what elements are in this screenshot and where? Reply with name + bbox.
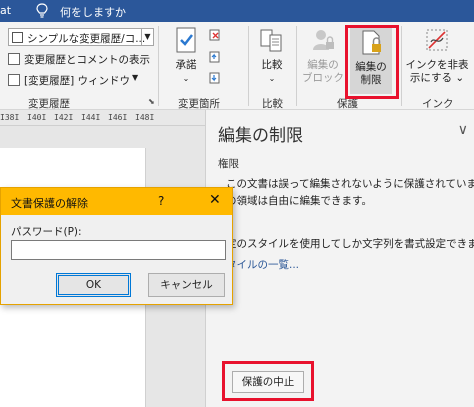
group-separator xyxy=(296,26,297,106)
horizontal-ruler: I38I I40I I42I I44I I46I I48I xyxy=(0,110,205,126)
compare-icon xyxy=(260,29,282,52)
block-authors-label-1: 編集の xyxy=(307,59,339,71)
reviewing-pane-button[interactable]: [変更履歴] ウィンドウ ▼ xyxy=(8,72,148,88)
group-label-changes: 変更箇所 xyxy=(178,98,220,110)
group-label-tracking: 変更履歴 xyxy=(28,98,70,110)
ruler-tick: I40I xyxy=(27,113,47,122)
reviewing-pane-icon xyxy=(8,74,20,86)
unprotect-document-dialog: 文書保護の解除 ? ✕ パスワード(P): OK キャンセル xyxy=(0,187,233,305)
dialog-titlebar[interactable]: 文書保護の解除 ? ✕ xyxy=(1,188,232,215)
markup-icon xyxy=(12,32,23,43)
tell-me-search[interactable]: 何をしますか xyxy=(60,4,126,20)
markup-view-value: シンプルな変更履歴/コ... xyxy=(27,33,146,45)
permissions-heading: 権限 xyxy=(218,158,239,170)
ruler-tick: I48I xyxy=(135,113,155,122)
previous-change-icon[interactable] xyxy=(209,51,221,63)
group-label-ink: インク xyxy=(422,98,454,110)
pane-options-chevron-icon[interactable]: ∨ xyxy=(458,122,468,138)
password-input[interactable] xyxy=(11,240,226,260)
ruler-tick: I46I xyxy=(108,113,128,122)
next-change-icon[interactable] xyxy=(209,72,221,84)
pane-title: 編集の制限 xyxy=(218,126,303,146)
title-bar: at 何をしますか xyxy=(0,0,474,22)
group-label-compare: 比較 xyxy=(262,98,283,110)
ruler-tick: I44I xyxy=(81,113,101,122)
ok-button[interactable]: OK xyxy=(56,273,131,297)
show-markup-button[interactable]: 変更履歴とコメントの表示 xyxy=(8,51,158,67)
chevron-down-icon: ⌄ xyxy=(455,72,465,84)
chevron-down-icon: ▼ xyxy=(132,73,139,82)
group-separator xyxy=(158,26,159,106)
close-icon[interactable]: ✕ xyxy=(209,192,221,208)
styles-list-link[interactable]: タイルの一覧... xyxy=(226,257,299,272)
hide-ink-label-2: 示にする xyxy=(409,72,452,84)
ruler-tick: I42I xyxy=(54,113,74,122)
block-authors-icon xyxy=(313,30,334,50)
reviewing-pane-label: [変更履歴] ウィンドウ xyxy=(24,75,131,87)
accept-label: 承諾 xyxy=(175,59,197,71)
compare-button[interactable]: 比較 ⌄ xyxy=(253,26,291,85)
dialog-launcher-icon[interactable]: ⬊ xyxy=(148,97,155,106)
accept-icon xyxy=(176,27,196,53)
cancel-button[interactable]: キャンセル xyxy=(148,273,225,297)
compare-label: 比較 xyxy=(261,59,283,71)
formatting-message: 定のスタイルを使用してしか文字列を書式設定できませ xyxy=(226,238,474,250)
reject-icon[interactable] xyxy=(209,29,221,41)
hide-ink-icon xyxy=(426,29,448,51)
lightbulb-icon xyxy=(36,3,48,18)
show-markup-label: 変更履歴とコメントの表示 xyxy=(24,54,150,66)
password-label: パスワード(P): xyxy=(11,226,82,238)
chevron-down-icon: ⌄ xyxy=(182,74,190,83)
markup-view-select[interactable]: シンプルな変更履歴/コ... ▼ xyxy=(8,28,154,46)
accept-button[interactable]: 承諾 ⌄ xyxy=(166,26,206,85)
block-authors-label-2: ブロック xyxy=(302,72,344,84)
group-separator xyxy=(248,26,249,106)
dialog-title: 文書保護の解除 xyxy=(11,197,88,210)
chevron-down-icon: ⌄ xyxy=(268,74,276,83)
group-separator xyxy=(401,26,402,106)
protection-message: この文書は誤って編集されないように保護されています。 xyxy=(226,178,474,190)
hide-ink-button[interactable]: インクを非表 示にする ⌄ xyxy=(404,26,470,85)
show-markup-icon xyxy=(8,53,20,65)
ruler-tick: I38I xyxy=(0,113,20,122)
chevron-down-icon[interactable]: ▼ xyxy=(141,29,153,45)
app-title-fragment: at xyxy=(0,4,12,17)
highlight-stop-protection xyxy=(222,361,314,401)
hide-ink-label-1: インクを非表 xyxy=(405,59,469,71)
editable-regions-message: の領域は自由に編集できます。 xyxy=(226,195,372,207)
block-authors-button[interactable]: 編集の ブロック xyxy=(300,26,346,85)
ribbon: シンプルな変更履歴/コ... ▼ 変更履歴とコメントの表示 [変更履歴] ウィン… xyxy=(0,22,474,110)
highlight-restrict-editing xyxy=(345,25,399,99)
help-icon[interactable]: ? xyxy=(158,194,164,208)
